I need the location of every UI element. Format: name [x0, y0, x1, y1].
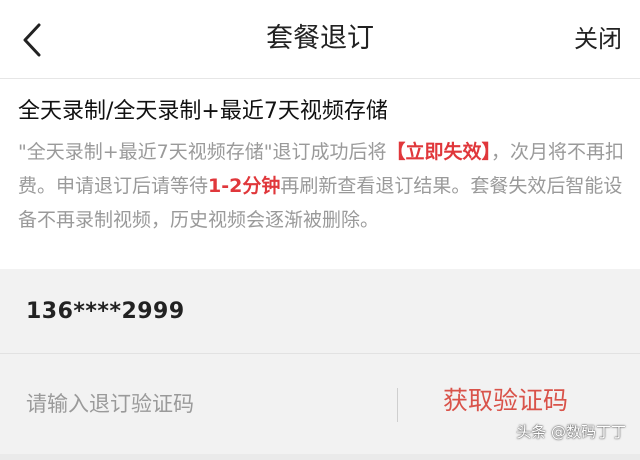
unsubscribe-notice: "全天录制+最近7天视频存储"退订成功后将【立即失效】，次月将不再扣费。申请退订… — [18, 135, 628, 237]
notice-highlight-immediate-expiry: 【立即失效】 — [386, 141, 492, 163]
chevron-left-icon — [23, 23, 41, 57]
nav-bar: 套餐退订 关闭 — [0, 0, 640, 79]
package-name: 全天录制/全天录制+最近7天视频存储 — [18, 99, 388, 124]
notice-highlight-wait-time: 1-2分钟 — [208, 175, 281, 197]
watermark: 头条 @数码丁丁 — [516, 423, 626, 441]
back-button[interactable] — [12, 18, 52, 62]
verification-code-input[interactable] — [26, 384, 376, 424]
masked-phone-number: 136****2999 — [26, 299, 185, 324]
divider — [397, 388, 398, 422]
verification-code-row: 获取验证码 头条 @数码丁丁 — [0, 354, 640, 454]
phone-number-row: 136****2999 — [0, 270, 640, 354]
close-button[interactable]: 关闭 — [574, 0, 622, 78]
notice-text-1: "全天录制+最近7天视频存储"退订成功后将 — [18, 141, 387, 163]
page-title: 套餐退订 — [266, 23, 374, 54]
bottom-divider — [0, 454, 640, 460]
package-info-section: 全天录制/全天录制+最近7天视频存储 "全天录制+最近7天视频存储"退订成功后将… — [0, 79, 640, 269]
